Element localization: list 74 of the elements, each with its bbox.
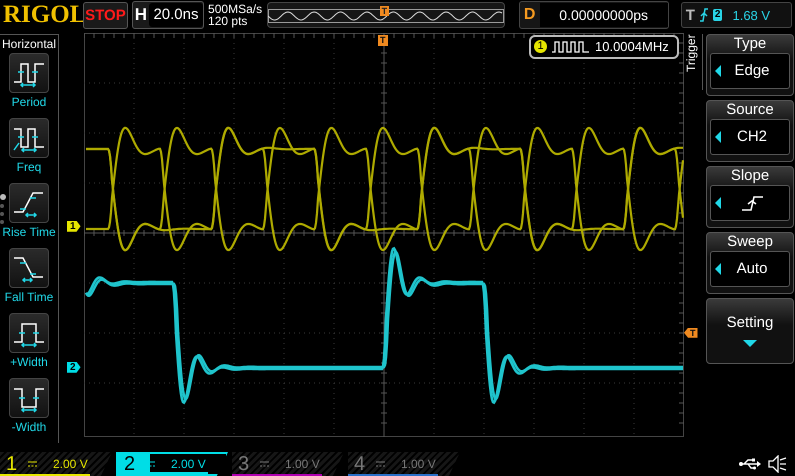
channel-marker[interactable]: 1	[67, 220, 81, 232]
softkey-title: Source	[726, 100, 774, 119]
usb-icon	[739, 458, 761, 470]
run-stop-button[interactable]: STOP	[83, 2, 128, 29]
channel-marker[interactable]: 2	[67, 362, 81, 373]
trigger-source: 2	[712, 9, 722, 22]
left-caret-icon	[715, 64, 721, 77]
measure-label: -Width	[12, 420, 46, 434]
overview-waveform-icon	[268, 9, 504, 24]
measure-label: Rise Time	[2, 224, 56, 239]
channel-scale: 1.00 V	[401, 457, 436, 471]
trigger-position-marker[interactable]: T	[378, 34, 388, 46]
channel-number: 2	[124, 452, 136, 476]
channel-scale: 2.00 V	[53, 457, 88, 471]
menu-title: Horizontal	[2, 36, 56, 51]
value-selector[interactable]: Edge	[710, 52, 790, 89]
channel-number: 1	[6, 452, 18, 476]
measure-button[interactable]	[9, 312, 49, 353]
rising-edge-icon	[698, 8, 709, 22]
value-selector[interactable]	[710, 184, 790, 221]
trigger-level-marker[interactable]: T	[684, 328, 698, 338]
softkey-title: Setting	[726, 314, 774, 332]
measure-button[interactable]	[9, 52, 49, 93]
left-caret-icon	[715, 262, 721, 275]
softkey-title: Type	[734, 34, 766, 53]
trigger-label: T	[686, 6, 695, 24]
measure-label: Fall Time	[4, 290, 54, 304]
channel-tab[interactable]: 3 1.00 V	[232, 452, 344, 476]
value-selector[interactable]: CH2	[710, 118, 790, 155]
speaker-muted-icon	[767, 455, 787, 473]
channel-badge: 1	[534, 40, 547, 54]
softkey-panel[interactable]: Sweep Auto	[706, 232, 794, 294]
channel-scale: 2.00 V	[171, 457, 206, 471]
measure-label: Period	[12, 94, 46, 109]
softkey-panel[interactable]: Type Edge	[706, 34, 794, 96]
channel-number: 3	[238, 452, 250, 476]
pulse-train-icon	[552, 40, 590, 53]
measure-label: Freq	[16, 160, 42, 174]
frequency-value: 10.0004MHz	[595, 39, 669, 54]
channel-tab[interactable]: 1 2.00 V	[0, 452, 112, 476]
delay-label: D	[522, 6, 536, 24]
left-caret-icon	[715, 130, 721, 143]
trigger-level: 1.68 V	[732, 8, 770, 23]
value-selector[interactable]: Auto	[710, 250, 790, 287]
dc-coupling-icon	[376, 461, 385, 467]
measure-button[interactable]	[9, 182, 49, 223]
delay-value: 0.00000000ps	[540, 3, 668, 28]
softkey-panel[interactable]: Source CH2	[706, 100, 794, 162]
channel-tab[interactable]: 4 1.00 V	[348, 452, 460, 476]
measure-button[interactable]	[9, 248, 49, 288]
channel-tab[interactable]: 2 2.00 V	[116, 452, 228, 476]
timebase-label: H	[134, 5, 148, 26]
selector-value: Auto	[736, 260, 768, 278]
measure-button[interactable]	[9, 118, 49, 158]
trigger-position-marker: T	[380, 6, 390, 16]
down-caret-icon	[743, 340, 757, 348]
softkey-title: Slope	[730, 166, 770, 185]
measure-label: +Width	[10, 354, 48, 369]
left-caret-icon	[715, 196, 721, 209]
dc-coupling-icon	[260, 461, 269, 467]
softkey-panel[interactable]: Setting	[706, 298, 794, 364]
channel-number: 4	[354, 452, 366, 476]
selector-value: CH2	[736, 128, 768, 146]
menu-title: Trigger	[684, 34, 703, 90]
memory-depth: 120 pts	[208, 15, 248, 28]
selector-value: Edge	[733, 62, 771, 80]
dc-coupling-icon	[28, 461, 37, 467]
sample-rate: 500MSa/s	[208, 3, 263, 16]
softkey-title: Sweep	[727, 232, 773, 251]
channel-scale: 1.00 V	[285, 457, 320, 471]
rising-edge-icon	[741, 194, 765, 212]
softkey-panel[interactable]: Slope	[706, 166, 794, 228]
timebase-value: 20.0ns	[148, 3, 204, 28]
measure-button[interactable]	[9, 378, 49, 418]
